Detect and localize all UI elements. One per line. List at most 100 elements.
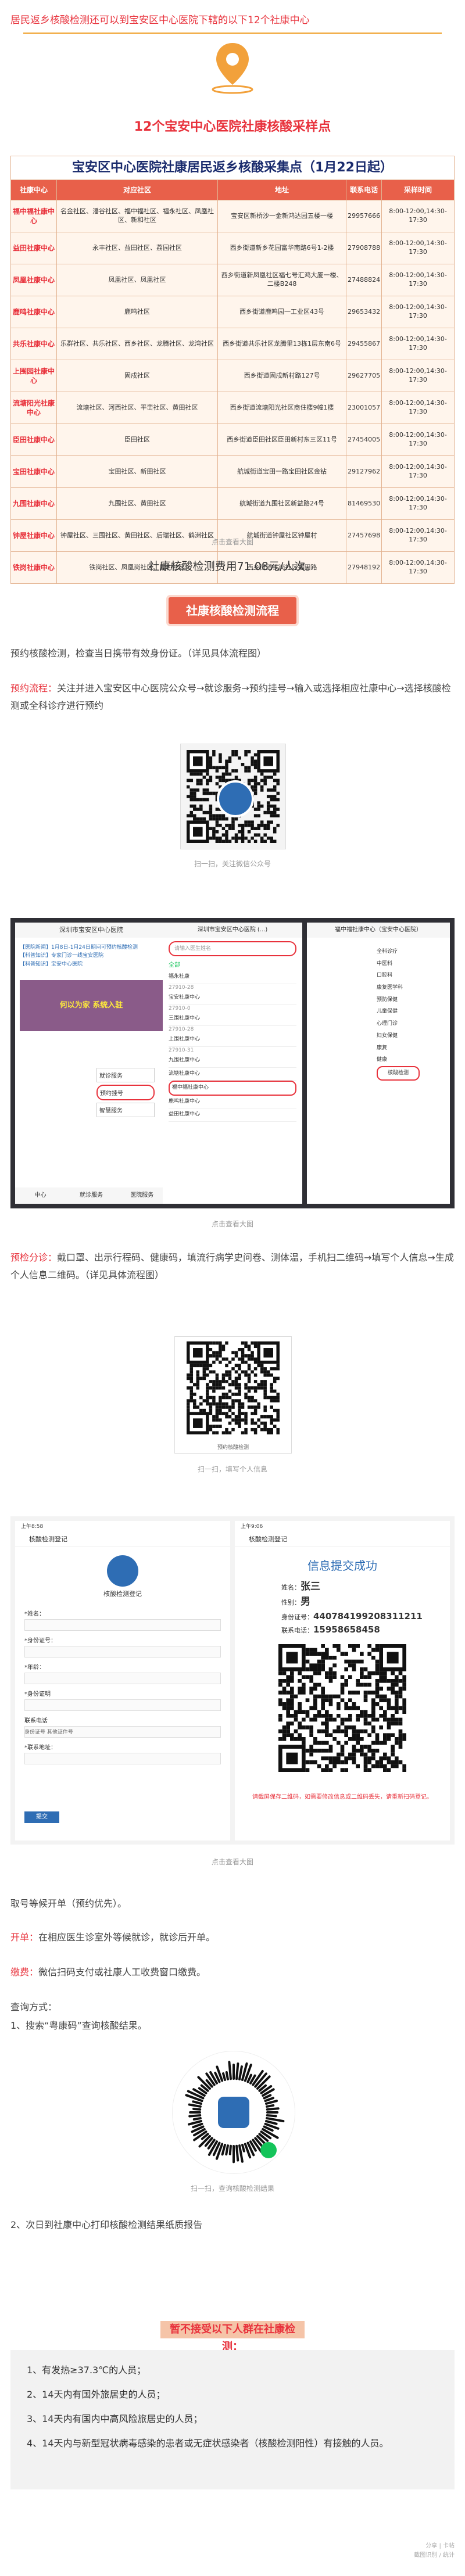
shot1-caption: 点击查看大图 xyxy=(211,1220,253,1228)
clinic-list-item[interactable]: 福永社康 xyxy=(169,971,296,984)
query-step-1: 1、搜索“粤康码”查询核酸结果。 xyxy=(10,2020,147,2031)
clinic-list-item[interactable]: 益田社康中心 xyxy=(169,1108,296,1122)
department-item[interactable]: 儿童保健 xyxy=(377,1006,450,1018)
footer-line[interactable]: 分享 | 卡帖 xyxy=(414,2542,455,2551)
col-header: 地址 xyxy=(217,180,347,200)
qr1-caption: 扫一扫，关注微信公众号 xyxy=(194,860,271,868)
mid-search[interactable]: 请输入医生姓名 xyxy=(169,941,296,956)
success-phone: 上午9:06 核酸检测登记 信息提交成功 姓名：张三 性别：男 身份证号：440… xyxy=(235,1521,450,1840)
news-item[interactable]: 【科普知识】宝安中心医院 xyxy=(20,960,163,968)
reserve-paragraph: 预约流程：关注并进入宝安区中心医院公众号→就诊服务→预约挂号→输入或选择相应社康… xyxy=(10,680,455,715)
department-item[interactable]: 康复 xyxy=(377,1042,450,1054)
cell-community: 名金社区、潘谷社区、福中福社区、福永社区、凤凰社区、新和社区 xyxy=(56,200,219,232)
clinic-list-item[interactable]: 宝安社康中心 xyxy=(169,992,296,1005)
department-item[interactable]: 妇女保健 xyxy=(377,1030,450,1042)
department-item[interactable]: 康复医学科 xyxy=(377,982,450,994)
table-row: 宝田社康中心 宝田社区、新田社区 航城街道宝田一路宝田社区金钻 29127962 8:0… xyxy=(10,455,455,488)
order-paragraph: 开单：在相应医生诊室外等候就诊，就诊后开单。 xyxy=(10,1929,455,1946)
field-input[interactable] xyxy=(24,1619,221,1631)
clinic-list-item[interactable]: 上围社康中心 xyxy=(169,1034,296,1047)
cell-time: 8:00-12:00,14:30-17:30 xyxy=(381,487,455,520)
table-row: 福中福社康中心 名金社区、潘谷社区、福中福社区、福永社区、凤凰社区、新和社区 宝安区… xyxy=(10,200,455,232)
cell-address: 航城街道九围社区新益路24号 xyxy=(217,487,347,520)
pay-label: 缴费： xyxy=(10,1967,39,1978)
mid-tab[interactable]: 全部 xyxy=(169,960,296,968)
fee-text: 社康核酸检测费用71.08元/人次。 xyxy=(148,560,317,573)
tab[interactable]: 医院服务 xyxy=(117,1187,167,1204)
cell-address: 航城街道钟屋社区钟屋村 xyxy=(217,519,347,552)
department-item[interactable]: 中医科 xyxy=(377,958,450,970)
clinic-list-item[interactable]: 九围社康中心 xyxy=(169,1054,296,1068)
cell-phone: 81469530 xyxy=(346,487,382,520)
cell-time: 8:00-12:00,14:30-17:30 xyxy=(381,328,455,360)
cell-name: 益田社康中心 xyxy=(10,232,57,264)
success-info: 姓名：张三 性别：男 身份证号：440784199208311211 联系电话：… xyxy=(281,1579,450,1637)
tab[interactable]: 中心 xyxy=(15,1187,66,1204)
field-input[interactable] xyxy=(24,1753,221,1764)
menu-item[interactable]: 就诊服务 xyxy=(96,1068,155,1082)
footer-line[interactable]: 截图识别 / 统计 xyxy=(414,2551,455,2560)
back-title[interactable]: 核酸检测登记 xyxy=(235,1533,450,1547)
clinic-phone: 27910-31 xyxy=(169,1047,194,1053)
news-item[interactable]: 【医院新闻】1月8日-1月24日期间可预约核酸检测 xyxy=(20,943,163,952)
cell-community: 永丰社区、益田社区、荔园社区 xyxy=(56,232,219,264)
department-item[interactable]: 心理门诊 xyxy=(377,1018,450,1030)
id-options[interactable]: 身份证号 其他证件号 xyxy=(24,1728,73,1735)
query-step-2: 2、次日到社康中心打印核酸检测结果纸质报告 xyxy=(10,2219,203,2230)
health-code-miniprogram xyxy=(172,2051,295,2174)
pay-paragraph: 缴费：微信扫码支付或社康人工收费窗口缴费。 xyxy=(10,1964,455,1981)
clinic-list-item[interactable]: 福中福社康中心 xyxy=(169,1081,296,1096)
cell-time: 8:00-12:00,14:30-17:30 xyxy=(381,424,455,456)
field-label: 联系电话 xyxy=(24,1718,48,1724)
department-item[interactable]: 健康 xyxy=(377,1054,450,1066)
left-header: 深圳市宝安区中心医院 xyxy=(15,923,167,938)
intro-text: 居民返乡核酸检测还可以到宝安区中心医院下辖的以下12个社康中心 xyxy=(10,15,310,26)
form-title: 核酸检测登记 xyxy=(103,1590,142,1598)
menu-item-register[interactable]: 预约挂号 xyxy=(96,1085,155,1100)
cell-name: 凤凰社康中心 xyxy=(10,264,57,296)
hospital-logo xyxy=(107,1555,138,1587)
cell-phone: 29653432 xyxy=(346,296,382,328)
department-item[interactable]: 全科诊疗 xyxy=(377,946,450,958)
cell-phone: 27457698 xyxy=(346,519,382,552)
field-input[interactable] xyxy=(24,1673,221,1684)
news-item[interactable]: 【科普知识】专家门诊一线宝安医院 xyxy=(20,952,163,960)
info-label: 姓名： xyxy=(281,1584,301,1591)
process-title: 社康核酸检测流程 xyxy=(169,597,296,624)
info-label: 联系电话： xyxy=(281,1626,313,1634)
department-item[interactable]: 口腔科 xyxy=(377,970,450,982)
table-row: 共乐社康中心 乐群社区、共乐社区、西乡社区、龙腾社区、龙湾社区 西乡街道共乐社区龙腾… xyxy=(10,328,455,360)
back-title[interactable]: 核酸检测登记 xyxy=(15,1533,230,1547)
col-header: 采样时间 xyxy=(381,180,455,200)
clinic-list-item[interactable]: 三围社康中心 xyxy=(169,1013,296,1026)
cell-address: 西乡街道固戍新村路127号 xyxy=(217,360,347,392)
intro-paragraph: 预约核酸检测，检查当日携带有效身份证。（详见具体流程图） xyxy=(10,648,267,659)
field-input[interactable] xyxy=(24,1699,221,1711)
cell-time: 8:00-12:00,14:30-17:30 xyxy=(381,392,455,424)
menu-item[interactable]: 智慧服务 xyxy=(96,1103,155,1117)
location-pin-icon xyxy=(212,43,253,94)
field-input[interactable] xyxy=(24,1646,221,1657)
tab[interactable]: 就诊服务 xyxy=(66,1187,116,1204)
department-item[interactable]: 预防保健 xyxy=(377,994,450,1006)
phone-left: 深圳市宝安区中心医院 【医院新闻】1月8日-1月24日期间可预约核酸检测 【科普… xyxy=(15,923,167,1204)
submit-button[interactable]: 提交 xyxy=(24,1811,59,1823)
right-header: 福中福社康中心（宝安中心医院） xyxy=(307,923,450,938)
reg-form-phone: 上午8:58 核酸检测登记 核酸检测登记 *姓名： *身份证号： *年龄： *身份证明… xyxy=(15,1521,230,1840)
warning-box: 1、有发热≥37.3℃的人员； 2、14天内有国外旅居史的人员； 3、14天内有… xyxy=(10,2350,455,2489)
clinic-list-item[interactable]: 流塘社康中心 xyxy=(169,1068,296,1081)
department-item[interactable]: 核酸检测 xyxy=(377,1065,420,1081)
table-row: 臣田社康中心 臣田社区 西乡街道臣田社区臣田新村东三区11号 27454005 8:00… xyxy=(10,424,455,456)
cell-community: 九围社区、黄田社区 xyxy=(56,487,219,520)
clinic-list-item[interactable]: 鹿鸣社康中心 xyxy=(169,1096,296,1108)
cell-community: 流塘社区、河西社区、平峦社区、黄田社区 xyxy=(56,392,219,424)
cell-time: 8:00-12:00,14:30-17:30 xyxy=(381,200,455,232)
cell-community: 钟屋社区、三围社区、黄田社区、后瑞社区、鹤洲社区 xyxy=(56,519,219,552)
cell-time: 8:00-12:00,14:30-17:30 xyxy=(381,296,455,328)
cell-name: 共乐社康中心 xyxy=(10,328,57,360)
cell-address: 宝安区新桥沙一金新鸿达园五楼一楼 xyxy=(217,200,347,232)
cell-phone: 29957666 xyxy=(346,200,382,232)
shot2-caption: 点击查看大图 xyxy=(211,1858,253,1866)
table-row: 凤凰社康中心 凤凰社区、凤凰社区 西乡街道新凤凰社区福七号汇鸿大厦一楼、二楼B248… xyxy=(10,264,455,296)
cell-phone: 29127962 xyxy=(346,455,382,488)
